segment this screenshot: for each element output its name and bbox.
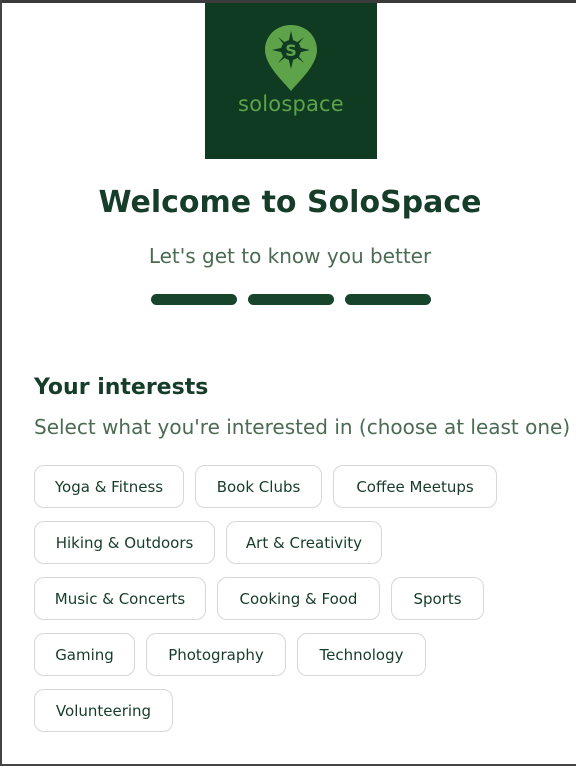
progress-step [345, 294, 431, 305]
progress-step [151, 294, 237, 305]
interest-chip-sports[interactable]: Sports [391, 577, 484, 620]
interest-chip-volunteering[interactable]: Volunteering [34, 689, 173, 732]
compass-pin-icon: S [265, 25, 317, 91]
interest-chip-music-concerts[interactable]: Music & Concerts [34, 577, 206, 620]
window-left-edge [0, 0, 2, 766]
interest-chip-hiking-outdoors[interactable]: Hiking & Outdoors [34, 521, 215, 564]
progress-step [248, 294, 334, 305]
interests-heading: Your interests [34, 375, 209, 400]
interest-chip-art-creativity[interactable]: Art & Creativity [226, 521, 382, 564]
onboarding-progress [151, 294, 441, 305]
page-subtitle: Let's get to know you better [148, 244, 432, 268]
interests-instructions: Select what you're interested in (choose… [34, 415, 571, 439]
interest-chip-yoga-fitness[interactable]: Yoga & Fitness [34, 465, 184, 508]
interest-chip-photography[interactable]: Photography [146, 633, 286, 676]
interest-chip-coffee-meetups[interactable]: Coffee Meetups [333, 465, 497, 508]
interest-chip-book-clubs[interactable]: Book Clubs [195, 465, 322, 508]
interest-chip-cooking-food[interactable]: Cooking & Food [217, 577, 380, 620]
interest-chip-gaming[interactable]: Gaming [34, 633, 135, 676]
brand-logo: S solospace [205, 3, 377, 159]
interest-chip-technology[interactable]: Technology [297, 633, 426, 676]
brand-wordmark: solospace [238, 92, 344, 116]
page-title: Welcome to SoloSpace [98, 185, 482, 220]
svg-text:S: S [285, 41, 297, 60]
